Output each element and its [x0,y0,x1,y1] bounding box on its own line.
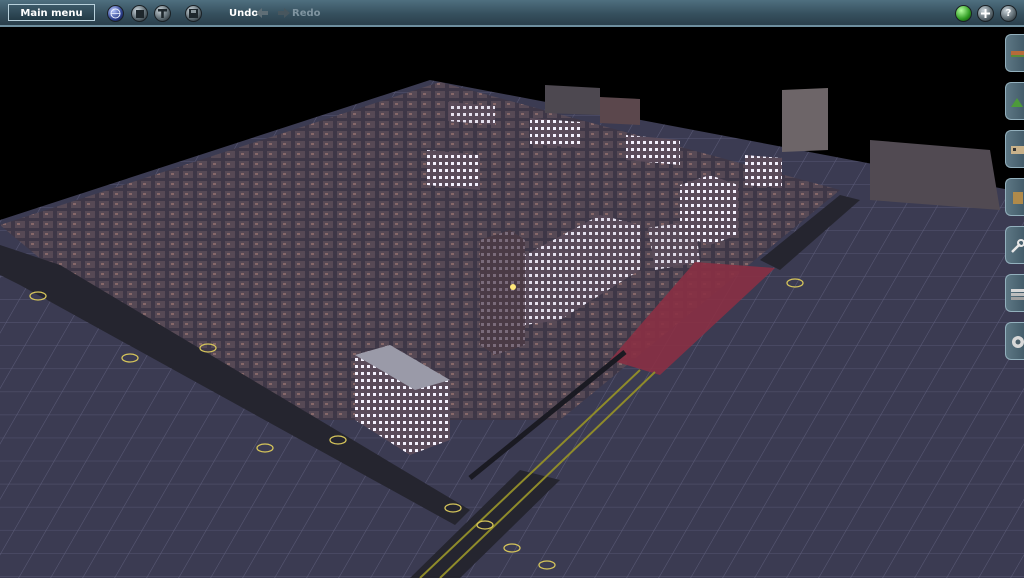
side-tool-track[interactable] [1005,34,1024,72]
side-tool-settings[interactable] [1005,322,1024,360]
lit-building-north-1 [427,150,480,190]
status-button[interactable] [955,5,972,22]
stop-button[interactable] [131,5,148,22]
settings-tool-icon [1012,336,1024,348]
help-button[interactable]: ? [1000,5,1017,22]
side-tool-station[interactable] [1005,178,1024,216]
lit-building-north-5 [448,102,495,125]
top-toolbar: Main menu Undo Redo ? [0,0,1024,27]
track-tool-icon [1011,51,1024,57]
station-tool-icon [1013,192,1023,204]
distant-skyscraper [782,88,828,152]
side-tool-vehicle[interactable] [1005,130,1024,168]
help-icon: ? [1005,8,1012,19]
undo-arrow-icon[interactable] [256,7,268,19]
save-button[interactable] [185,5,202,22]
main-menu-button[interactable]: Main menu [8,4,95,21]
stop-icon [132,6,147,21]
lit-building-north-3 [626,135,680,165]
status-green-icon [956,6,971,21]
vehicle-tool-icon [1011,146,1024,154]
undo-button[interactable]: Undo [229,8,258,19]
terrain-tool-icon [1011,98,1023,107]
zoom-in-button[interactable] [977,5,994,22]
pause-button[interactable] [154,5,171,22]
layers-tool-icon [1011,289,1024,300]
redo-arrow-icon[interactable] [278,7,290,19]
tower-center [480,230,525,355]
wrench-tool-icon [1011,239,1024,253]
save-icon [186,6,201,21]
globe-icon [108,6,123,21]
redo-button[interactable]: Redo [292,8,321,19]
lit-building-north-4 [745,155,782,188]
globe-button[interactable] [107,5,124,22]
pause-icon [155,6,170,21]
game-viewport[interactable] [0,29,1024,578]
building-right [648,220,700,270]
lit-building-north-2 [530,118,580,148]
side-tool-layers[interactable] [1005,274,1024,312]
zoom-in-icon [978,6,993,21]
side-tool-terrain[interactable] [1005,82,1024,120]
side-tool-wrench[interactable] [1005,226,1024,264]
